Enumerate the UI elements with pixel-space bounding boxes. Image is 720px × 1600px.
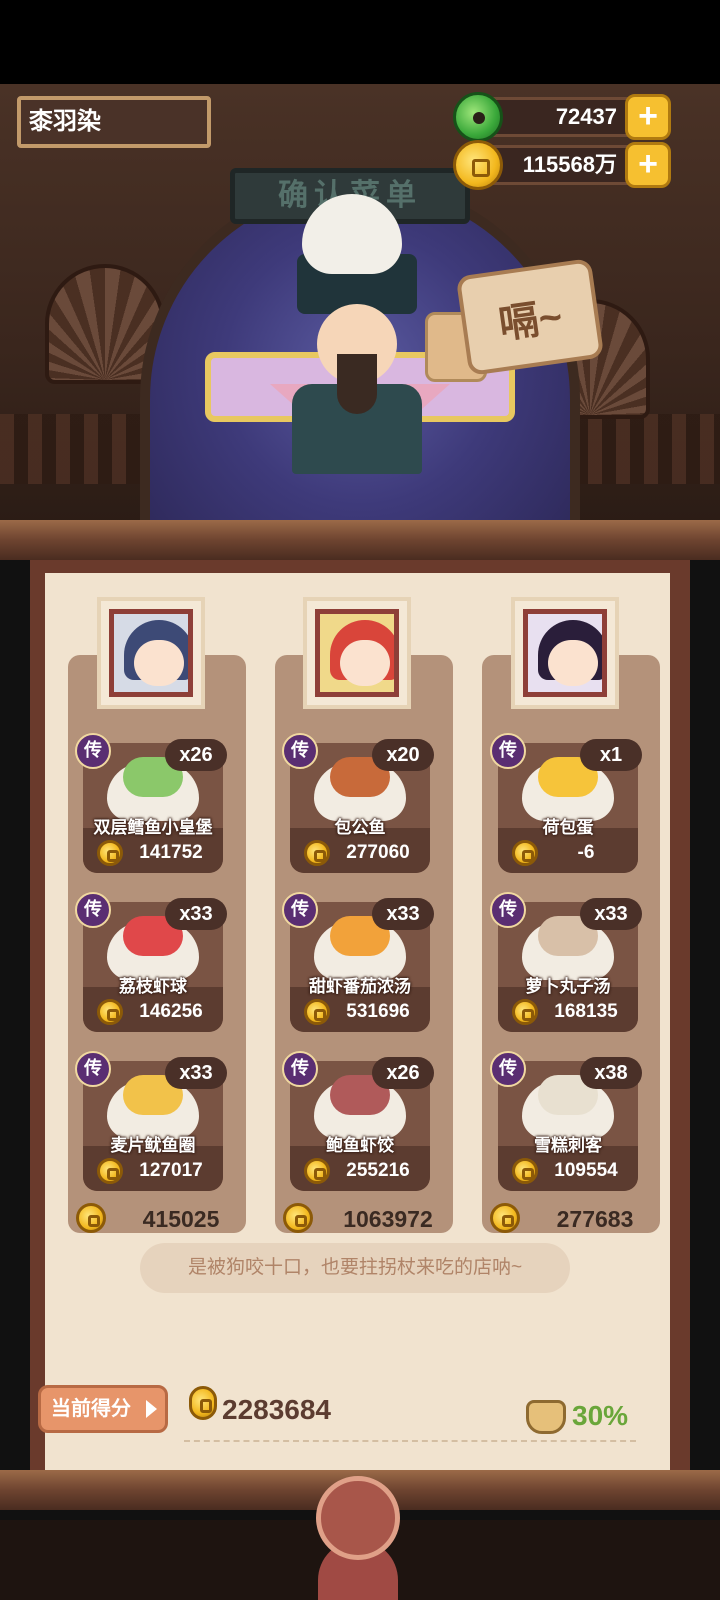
customer-portrait[interactable]	[511, 597, 619, 709]
column-total: 415025	[72, 1203, 250, 1237]
review-quote: 是被狗咬十口，也要拄拐杖来吃的店呐~	[140, 1243, 570, 1293]
coin-currency: 115568万 +	[453, 140, 671, 190]
portrait-face	[134, 640, 184, 686]
score-value: 2283684	[222, 1394, 332, 1425]
dish-count: x26	[165, 739, 227, 771]
coin-icon	[512, 840, 538, 866]
dish-name: 荔枝虾球	[119, 977, 187, 996]
portrait-frame	[315, 609, 399, 697]
add-jade-button[interactable]: +	[625, 94, 671, 140]
dish-count: x33	[165, 898, 227, 930]
portrait-frame	[109, 609, 193, 697]
legendary-badge: 传	[490, 1051, 526, 1087]
arrow-right-icon	[146, 1400, 157, 1418]
dish-card[interactable]: 传 x33 萝卜丸子汤 168135	[490, 892, 642, 1032]
dish-count: x33	[372, 898, 434, 930]
dish-card[interactable]: 传 x26 双层鳕鱼小皇堡 141752	[75, 733, 227, 873]
coin-icon	[512, 1158, 538, 1184]
coin-icon	[304, 1158, 330, 1184]
dish-price: 277060	[346, 842, 410, 863]
legendary-badge: 传	[75, 1051, 111, 1087]
dish-price: 127017	[139, 1160, 203, 1181]
add-coin-button[interactable]: +	[625, 142, 671, 188]
bonus-bag-icon	[526, 1400, 566, 1434]
legendary-badge: 传	[75, 733, 111, 769]
dish-name: 包公鱼	[334, 818, 386, 837]
jade-amount: 72437	[555, 104, 617, 129]
dish-name: 雪糕刺客	[534, 1136, 602, 1155]
chef-character[interactable]	[282, 194, 432, 474]
legendary-badge: 传	[75, 892, 111, 928]
coin-icon	[97, 1158, 123, 1184]
coin-amount: 115568万	[522, 152, 617, 177]
dish-card[interactable]: 传 x20 包公鱼 277060	[282, 733, 434, 873]
player-name[interactable]: 桼羽染	[17, 96, 211, 148]
dish-count: x20	[372, 739, 434, 771]
current-score-label: 当前得分	[51, 1398, 131, 1420]
dish-name: 麦片鱿鱼圈	[110, 1136, 196, 1155]
dish-name: 鲍鱼虾饺	[326, 1136, 394, 1155]
dish-price: 141752	[139, 842, 203, 863]
coin-icon	[304, 999, 330, 1025]
chinese-knot-icon	[316, 1476, 400, 1560]
score-divider	[184, 1440, 636, 1442]
dish-card[interactable]: 传 x38 雪糕刺客 109554	[490, 1051, 642, 1191]
dish-price: 531696	[346, 1001, 410, 1022]
customer-portrait[interactable]	[303, 597, 411, 709]
dish-count: x1	[580, 739, 642, 771]
dish-price: 255216	[346, 1160, 410, 1181]
dish-name: 荷包蛋	[542, 818, 594, 837]
column-total-value: 277683	[556, 1206, 634, 1232]
dish-count: x38	[580, 1057, 642, 1089]
dish-count: x33	[580, 898, 642, 930]
dish-count: x26	[372, 1057, 434, 1089]
coin-icon	[97, 999, 123, 1025]
legendary-badge: 传	[282, 1051, 318, 1087]
coin-icon	[76, 1203, 106, 1233]
dish-price: 146256	[139, 1001, 203, 1022]
column-total-value: 1063972	[343, 1206, 433, 1232]
jade-currency: 72437 +	[453, 92, 671, 142]
dish-card[interactable]: 传 x33 麦片鱿鱼圈 127017	[75, 1051, 227, 1191]
score-coin-icon	[189, 1386, 217, 1420]
column-total-value: 415025	[142, 1206, 220, 1232]
dish-card[interactable]: 传 x33 甜虾番茄浓汤 531696	[282, 892, 434, 1032]
dish-card[interactable]: 传 x1 荷包蛋 -6	[490, 733, 642, 873]
jade-icon	[453, 92, 503, 142]
portrait-frame	[523, 609, 607, 697]
dish-card[interactable]: 传 x33 荔枝虾球 146256	[75, 892, 227, 1032]
burp-text: 嗝~	[496, 294, 565, 348]
column-total: 1063972	[279, 1203, 457, 1237]
legendary-badge: 传	[282, 892, 318, 928]
burp-speech-bubble: 嗝~	[455, 258, 605, 376]
coin-icon	[97, 840, 123, 866]
chef-beard	[337, 354, 377, 414]
dish-name: 双层鳕鱼小皇堡	[93, 818, 213, 837]
coin-icon	[304, 840, 330, 866]
customer-portrait[interactable]	[97, 597, 205, 709]
bonus-percent: 30%	[572, 1400, 629, 1431]
portrait-face	[340, 640, 390, 686]
column-total: 277683	[486, 1203, 664, 1237]
coin-icon	[490, 1203, 520, 1233]
dish-price: 109554	[554, 1160, 618, 1181]
dish-card[interactable]: 传 x26 鲍鱼虾饺 255216	[282, 1051, 434, 1191]
legendary-badge: 传	[490, 733, 526, 769]
dish-name: 甜虾番茄浓汤	[309, 977, 411, 996]
coin-icon	[512, 999, 538, 1025]
dish-price: -6	[577, 842, 595, 863]
current-score-button[interactable]: 当前得分	[38, 1385, 168, 1433]
coin-icon	[453, 140, 503, 190]
coin-icon	[283, 1203, 313, 1233]
status-bar	[0, 0, 720, 84]
dish-count: x33	[165, 1057, 227, 1089]
legendary-badge: 传	[282, 733, 318, 769]
legendary-badge: 传	[490, 892, 526, 928]
dish-price: 168135	[554, 1001, 618, 1022]
dish-name: 萝卜丸子汤	[525, 977, 611, 996]
scroll-rod-top	[0, 520, 720, 560]
portrait-face	[548, 640, 598, 686]
